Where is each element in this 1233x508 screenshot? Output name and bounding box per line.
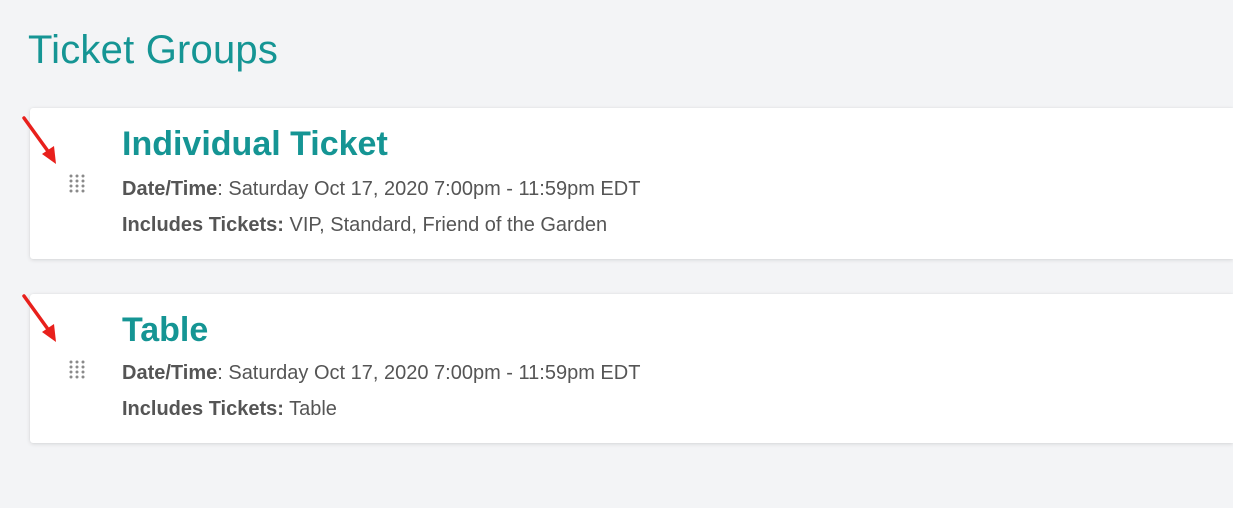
includes-tickets-label: Includes Tickets: (122, 214, 284, 236)
ticket-group-name-link[interactable]: Table (122, 310, 208, 350)
page-title: Ticket Groups (28, 28, 279, 72)
drag-handle-icon[interactable] (68, 358, 86, 380)
includes-tickets-value: VIP, Standard, Friend of the Garden (283, 214, 608, 236)
ticket-group-card: Table Date/Time: Saturday Oct 17, 2020 7… (22, 294, 1233, 443)
group-included-tickets: Includes Tickets: Table (122, 396, 337, 422)
group-included-tickets: Includes Tickets: VIP, Standard, Friend … (122, 212, 607, 238)
drag-handle-icon[interactable] (68, 172, 86, 194)
ticket-group-name-link[interactable]: Individual Ticket (122, 124, 388, 164)
date-time-value: : Saturday Oct 17, 2020 7:00pm - 11:59pm… (217, 362, 641, 384)
date-time-label: Date/Time (122, 362, 218, 384)
includes-tickets-label: Includes Tickets: (122, 398, 284, 420)
red-arrow-icon (22, 294, 56, 342)
date-time-value: : Saturday Oct 17, 2020 7:00pm - 11:59pm… (217, 178, 641, 200)
date-time-label: Date/Time (122, 178, 218, 200)
ticket-group-card: Individual Ticket Date/Time: Saturday Oc… (22, 108, 1233, 259)
red-arrow-icon (22, 116, 56, 164)
includes-tickets-value: Table (283, 398, 337, 420)
group-date-time: Date/Time: Saturday Oct 17, 2020 7:00pm … (122, 176, 640, 202)
group-date-time: Date/Time: Saturday Oct 17, 2020 7:00pm … (122, 360, 640, 386)
